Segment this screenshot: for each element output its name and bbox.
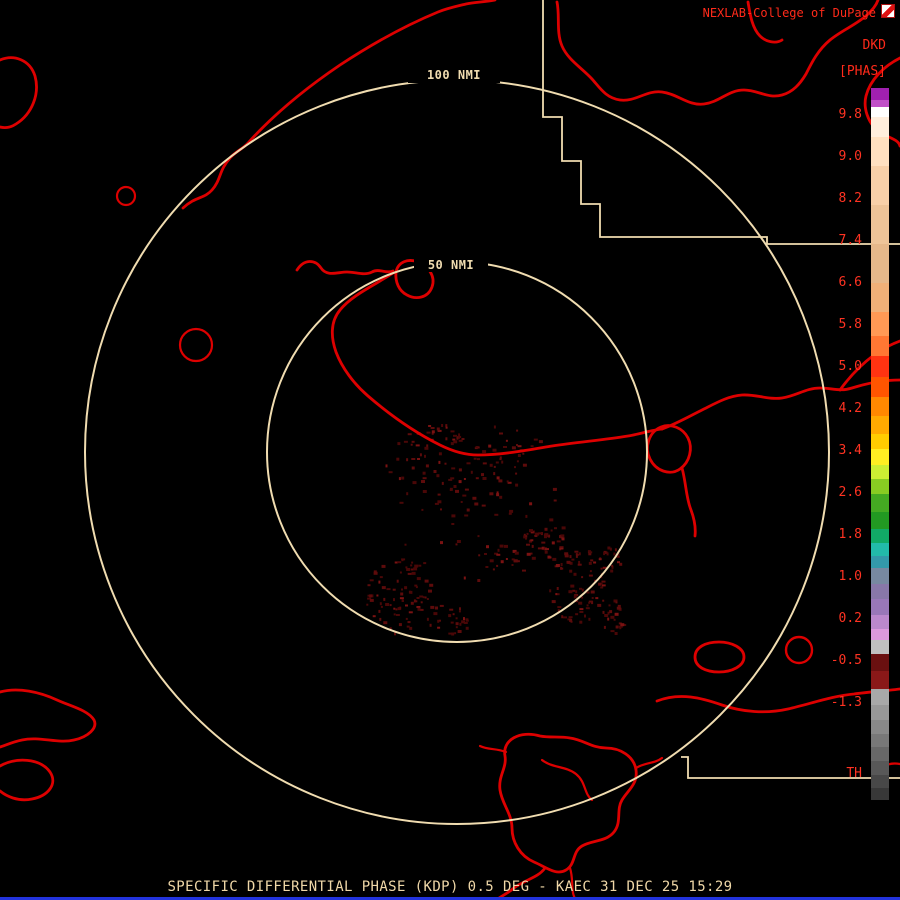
lake-outline <box>498 732 638 874</box>
colorbar-segment <box>871 671 889 689</box>
colorbar-segment <box>871 88 889 100</box>
colorbar-segment <box>871 599 889 615</box>
colorbar-segment <box>871 336 889 356</box>
colorbar-segment <box>871 614 889 629</box>
round-lake-br <box>784 635 814 665</box>
colorbar-tick-label: 9.8 <box>838 107 862 122</box>
colorbar-segment <box>871 511 889 530</box>
colorbar <box>871 88 889 800</box>
colorbar-segment <box>871 312 889 337</box>
range-ring-50-label: 50 NMI <box>428 258 474 272</box>
colorbar-segment <box>871 733 889 748</box>
colorbar-threshold-label: TH <box>846 766 862 781</box>
product-code: DKD <box>862 38 886 53</box>
radar-display: 100 NMI 50 NMI NEXLAB-College of DuPage … <box>0 0 900 900</box>
colorbar-segment <box>871 761 889 775</box>
river-bottomright <box>655 687 900 714</box>
colorbar-segment <box>871 416 889 434</box>
coastline-mid-main <box>330 271 664 457</box>
colorbar-segment <box>871 464 889 479</box>
colorbar-tick-label: 2.6 <box>838 485 862 500</box>
colorbar-tick-label: 4.2 <box>838 401 862 416</box>
inlet-tail <box>680 466 697 538</box>
colorbar-segment <box>871 117 889 137</box>
lake-inner-line <box>540 758 594 802</box>
colorbar-tick-label: 5.0 <box>838 359 862 374</box>
coastline-upper <box>181 0 497 210</box>
colorbar-segment <box>871 396 889 417</box>
colorbar-segment <box>871 529 889 543</box>
small-lake-1 <box>115 185 137 207</box>
colorbar-segment <box>871 282 889 312</box>
radar-echoes <box>366 424 627 636</box>
inlet-loop <box>646 424 692 474</box>
colorbar-segment <box>871 556 889 569</box>
colorbar-segment <box>871 494 889 512</box>
colorbar-segment <box>871 107 889 118</box>
colorbar-segment <box>871 449 889 465</box>
colorbar-segment <box>871 377 889 397</box>
colorbar-segment <box>871 640 889 654</box>
coastline-mid-west <box>295 260 395 276</box>
range-ring-100-label: 100 NMI <box>427 68 481 82</box>
colorbar-segment <box>871 583 889 600</box>
colorbar-segment <box>871 542 889 557</box>
colorbar-tick-label: 9.0 <box>838 149 862 164</box>
nexlab-logo-icon <box>881 4 895 18</box>
colorbar-segment <box>871 720 889 734</box>
blob-left-mid <box>0 688 97 749</box>
colorbar-segment <box>871 568 889 584</box>
colorbar-tick-label: 3.4 <box>838 443 862 458</box>
colorbar-tick-label: 6.6 <box>838 275 862 290</box>
colorbar-segment <box>871 704 889 721</box>
blob-bottomleft <box>0 758 55 802</box>
colorbar-segment <box>871 653 889 672</box>
colorbar-segment <box>871 243 889 283</box>
colorbar-tick-label: 1.0 <box>838 569 862 584</box>
coastline-northeast <box>660 378 900 431</box>
colorbar-segment <box>871 136 889 166</box>
oval-lake-br <box>693 640 746 674</box>
colorbar-tick-label: -0.5 <box>830 653 862 668</box>
colorbar-segment <box>871 355 889 378</box>
lake-spur-east <box>634 756 664 770</box>
blob-topleft <box>0 56 38 129</box>
colorbar-segment <box>871 774 889 789</box>
brand-text: NEXLAB-College of DuPage <box>702 6 876 20</box>
range-ring-labels: 100 NMI 50 NMI <box>408 66 500 272</box>
colorbar-segment <box>871 99 889 108</box>
colorbar-tick-label: -1.3 <box>830 695 862 710</box>
product-caption: SPECIFIC DIFFERENTIAL PHASE (KDP) 0.5 DE… <box>167 879 733 895</box>
colorbar-segment <box>871 433 889 450</box>
small-lake-2 <box>178 327 214 363</box>
colorbar-segment <box>871 165 889 205</box>
radar-map-canvas: 100 NMI 50 NMI <box>0 0 900 900</box>
colorbar-segment <box>871 747 889 761</box>
colorbar-segment <box>871 628 889 641</box>
boundary-bottomright <box>681 756 900 779</box>
units-label: [PHAS] <box>839 64 886 79</box>
colorbar-segment <box>871 478 889 495</box>
colorbar-segment <box>871 788 889 800</box>
colorbar-segment <box>871 688 889 705</box>
colorbar-tick-label: 0.2 <box>838 611 862 626</box>
colorbar-tick-label: 5.8 <box>838 317 862 332</box>
map-outlines <box>0 0 900 900</box>
colorbar-tick-label: 1.8 <box>838 527 862 542</box>
colorbar-segment <box>871 204 889 244</box>
lake-spur-west <box>478 744 508 754</box>
colorbar-tick-label: 7.4 <box>838 233 862 248</box>
colorbar-tick-label: 8.2 <box>838 191 862 206</box>
